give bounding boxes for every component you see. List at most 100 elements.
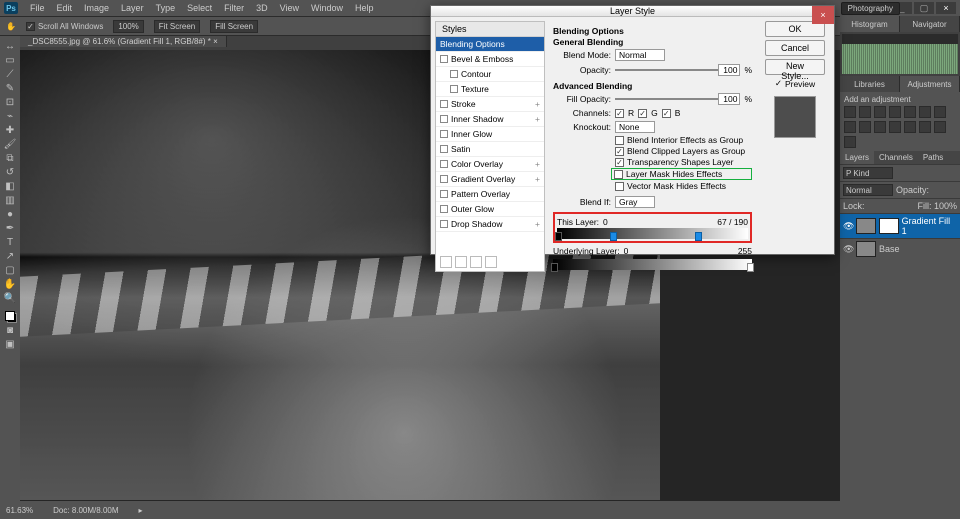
fx-item-contour[interactable]: Contour <box>436 67 544 82</box>
adj-brightness-icon[interactable] <box>844 106 856 118</box>
menu-edit[interactable]: Edit <box>51 3 79 13</box>
eyedropper-tool-icon[interactable]: ⌁ <box>2 109 18 123</box>
layer-row-base[interactable]: 👁 Base <box>840 238 960 259</box>
blend-mode-select[interactable]: Normal <box>615 49 665 61</box>
layer-mask-hides-checkbox[interactable] <box>614 170 623 179</box>
channel-b-checkbox[interactable]: ✓ <box>662 109 671 118</box>
status-arrow-icon[interactable]: ▸ <box>139 506 143 515</box>
zoom-100-button[interactable]: 100% <box>113 20 143 33</box>
fx-item-satin[interactable]: Satin <box>436 142 544 157</box>
pen-tool-icon[interactable]: ✒ <box>2 221 18 235</box>
tab-navigator[interactable]: Navigator <box>900 16 960 32</box>
preview-checkbox[interactable]: ✓ <box>775 78 782 89</box>
fx-item-blending-options[interactable]: Blending Options <box>436 37 544 52</box>
fx-item-bevel-emboss[interactable]: Bevel & Emboss <box>436 52 544 67</box>
adj-vibrance-icon[interactable] <box>904 106 916 118</box>
adj-exposure-icon[interactable] <box>889 106 901 118</box>
transparency-shapes-checkbox[interactable]: ✓ <box>615 158 624 167</box>
fit-screen-button[interactable]: Fit Screen <box>154 20 200 33</box>
adj-hue-icon[interactable] <box>919 106 931 118</box>
menu-3d[interactable]: 3D <box>250 3 274 13</box>
fx-trash-button[interactable] <box>485 256 497 268</box>
marquee-tool-icon[interactable]: ▭ <box>2 53 18 67</box>
window-close-button[interactable]: × <box>936 2 956 14</box>
adj-photo-filter-icon[interactable] <box>844 121 856 133</box>
fx-save-button[interactable] <box>440 256 452 268</box>
adj-invert-icon[interactable] <box>889 121 901 133</box>
dialog-close-button[interactable]: × <box>812 6 834 24</box>
stamp-tool-icon[interactable]: ⧉ <box>2 151 18 165</box>
menu-view[interactable]: View <box>274 3 305 13</box>
adj-threshold-icon[interactable] <box>919 121 931 133</box>
layer-blend-mode[interactable]: Normal <box>843 184 893 196</box>
menu-image[interactable]: Image <box>78 3 115 13</box>
zoom-readout[interactable]: 61.63% <box>6 506 33 515</box>
blend-clipped-checkbox[interactable]: ✓ <box>615 147 624 156</box>
adj-bw-icon[interactable] <box>934 106 946 118</box>
adj-selective-color-icon[interactable] <box>844 136 856 148</box>
menu-select[interactable]: Select <box>181 3 218 13</box>
menu-type[interactable]: Type <box>150 3 182 13</box>
healing-tool-icon[interactable]: ✚ <box>2 123 18 137</box>
channel-r-checkbox[interactable]: ✓ <box>615 109 624 118</box>
blend-interior-checkbox[interactable] <box>615 136 624 145</box>
color-swatches[interactable] <box>3 309 17 323</box>
underlying-blend-slider[interactable] <box>553 259 752 270</box>
crop-tool-icon[interactable]: ⊡ <box>2 95 18 109</box>
fx-item-gradient-overlay[interactable]: Gradient Overlay+ <box>436 172 544 187</box>
this-layer-blend-slider[interactable] <box>557 228 748 239</box>
tab-adjustments[interactable]: Adjustments <box>900 76 960 92</box>
tab-libraries[interactable]: Libraries <box>840 76 900 92</box>
path-select-tool-icon[interactable]: ↗ <box>2 249 18 263</box>
fx-down-button[interactable] <box>470 256 482 268</box>
vector-mask-hides-checkbox[interactable] <box>615 182 624 191</box>
brush-tool-icon[interactable]: 🖌 <box>2 137 18 151</box>
menu-window[interactable]: Window <box>305 3 349 13</box>
quick-select-tool-icon[interactable]: ✎ <box>2 81 18 95</box>
fx-item-stroke[interactable]: Stroke+ <box>436 97 544 112</box>
layer-row-gradient-fill[interactable]: 👁 Gradient Fill 1 <box>840 213 960 238</box>
cancel-button[interactable]: Cancel <box>765 40 825 56</box>
layer-filter-kind[interactable]: P Kind <box>843 167 893 179</box>
screen-mode-icon[interactable]: ▣ <box>2 337 18 351</box>
fx-item-inner-glow[interactable]: Inner Glow <box>436 127 544 142</box>
visibility-toggle-icon[interactable]: 👁 <box>843 221 853 232</box>
quick-mask-icon[interactable]: ◙ <box>2 323 18 337</box>
fx-item-drop-shadow[interactable]: Drop Shadow+ <box>436 217 544 232</box>
document-tab[interactable]: _DSC8555.jpg @ 61.6% (Gradient Fill 1, R… <box>20 36 227 47</box>
adj-color-lookup-icon[interactable] <box>874 121 886 133</box>
gradient-tool-icon[interactable]: ▥ <box>2 193 18 207</box>
dodge-tool-icon[interactable]: ● <box>2 207 18 221</box>
menu-filter[interactable]: Filter <box>218 3 250 13</box>
shape-tool-icon[interactable]: ▢ <box>2 263 18 277</box>
adj-curves-icon[interactable] <box>874 106 886 118</box>
layer-thumb[interactable] <box>856 241 876 257</box>
tab-paths[interactable]: Paths <box>918 151 948 164</box>
adj-channel-mixer-icon[interactable] <box>859 121 871 133</box>
eraser-tool-icon[interactable]: ◧ <box>2 179 18 193</box>
blend-if-select[interactable]: Gray <box>615 196 655 208</box>
menu-help[interactable]: Help <box>349 3 380 13</box>
adj-posterize-icon[interactable] <box>904 121 916 133</box>
move-tool-icon[interactable]: ↔ <box>2 39 18 53</box>
fx-item-inner-shadow[interactable]: Inner Shadow+ <box>436 112 544 127</box>
fx-up-button[interactable] <box>455 256 467 268</box>
workspace-switcher[interactable]: Photography <box>841 2 900 15</box>
adj-levels-icon[interactable] <box>859 106 871 118</box>
history-brush-tool-icon[interactable]: ↺ <box>2 165 18 179</box>
menu-file[interactable]: File <box>24 3 51 13</box>
new-style-button[interactable]: New Style... <box>765 59 825 75</box>
layer-mask-thumb[interactable] <box>879 218 899 234</box>
knockout-select[interactable]: None <box>615 121 655 133</box>
visibility-toggle-icon[interactable]: 👁 <box>843 244 853 255</box>
fx-item-pattern-overlay[interactable]: Pattern Overlay <box>436 187 544 202</box>
tab-channels[interactable]: Channels <box>874 151 918 164</box>
layer-thumb[interactable] <box>856 218 876 234</box>
fill-opacity-slider[interactable]: 100 <box>615 93 740 105</box>
fill-screen-button[interactable]: Fill Screen <box>210 20 258 33</box>
channel-g-checkbox[interactable]: ✓ <box>638 109 647 118</box>
tab-layers[interactable]: Layers <box>840 151 874 164</box>
fx-item-outer-glow[interactable]: Outer Glow <box>436 202 544 217</box>
opacity-slider[interactable]: 100 <box>615 64 740 76</box>
fx-item-texture[interactable]: Texture <box>436 82 544 97</box>
